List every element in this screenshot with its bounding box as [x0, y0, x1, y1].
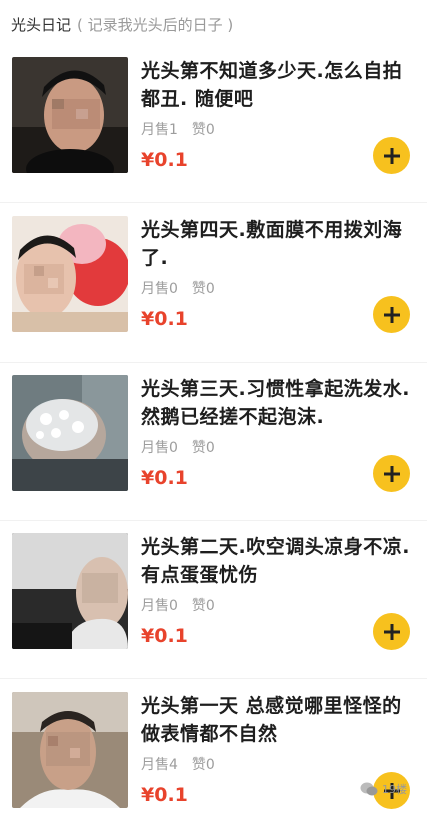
like-count: 赞0	[191, 281, 215, 297]
item-stats: 月售0 赞0	[141, 595, 215, 615]
plus-icon	[383, 465, 400, 482]
item-price: ¥0.1	[141, 149, 188, 171]
plus-icon	[383, 306, 400, 323]
menu-item[interactable]: 光头第四天.敷面膜不用拨刘海了. 月售0 赞0 ¥0.1	[0, 216, 427, 374]
page-header: 光头日记 ( 记录我光头后的日子 )	[0, 0, 427, 44]
monthly-sales: 月售0	[141, 440, 178, 456]
item-price: ¥0.1	[141, 308, 188, 330]
item-photo	[12, 57, 128, 173]
page-subtitle: ( 记录我光头后的日子 )	[77, 16, 234, 34]
add-to-cart-button[interactable]	[373, 137, 410, 174]
divider	[0, 362, 427, 363]
item-photo	[12, 375, 128, 491]
menu-item[interactable]: 光头第三天.习惯性拿起洗发水.然鹅已经搓不起泡沫. 月售0 赞0 ¥0.1	[0, 375, 427, 533]
plus-icon	[383, 623, 400, 640]
menu-item[interactable]: 光头第不知道多少天.怎么自拍都丑. 随便吧 月售1 赞0 ¥0.1	[0, 57, 427, 215]
plus-icon	[383, 147, 400, 164]
item-name: 光头第四天.敷面膜不用拨刘海了.	[141, 219, 403, 269]
monthly-sales: 月售1	[141, 122, 178, 138]
item-stats: 月售0 赞0	[141, 437, 215, 457]
add-to-cart-button[interactable]	[373, 455, 410, 492]
add-to-cart-button[interactable]	[373, 296, 410, 333]
wechat-icon	[360, 782, 378, 796]
monthly-sales: 月售0	[141, 598, 178, 614]
item-stats: 月售0 赞0	[141, 278, 215, 298]
item-price: ¥0.1	[141, 784, 188, 806]
monthly-sales: 月售4	[141, 757, 178, 773]
watermark: 19楼	[360, 781, 407, 797]
divider	[0, 678, 427, 679]
like-count: 赞0	[191, 757, 215, 773]
item-price: ¥0.1	[141, 625, 188, 647]
monthly-sales: 月售0	[141, 281, 178, 297]
item-photo	[12, 216, 128, 332]
item-name: 光头第三天.习惯性拿起洗发水.然鹅已经搓不起泡沫.	[141, 378, 410, 428]
item-stats: 月售4 赞0	[141, 754, 215, 774]
item-price: ¥0.1	[141, 467, 188, 489]
menu-item[interactable]: 光头第二天.吹空调头凉身不凉.有点蛋蛋忧伤 月售0 赞0 ¥0.1	[0, 533, 427, 691]
item-photo	[12, 533, 128, 649]
like-count: 赞0	[191, 598, 215, 614]
item-name: 光头第不知道多少天.怎么自拍都丑. 随便吧	[141, 60, 403, 110]
add-to-cart-button[interactable]	[373, 613, 410, 650]
watermark-text: 19楼	[382, 783, 407, 796]
item-name: 光头第一天 总感觉哪里怪怪的 做表情都不自然	[141, 695, 402, 745]
page-title: 光头日记	[11, 16, 72, 34]
item-name: 光头第二天.吹空调头凉身不凉.有点蛋蛋忧伤	[141, 536, 410, 586]
divider	[0, 520, 427, 521]
item-stats: 月售1 赞0	[141, 119, 215, 139]
divider	[0, 202, 427, 203]
like-count: 赞0	[191, 440, 215, 456]
item-photo	[12, 692, 128, 808]
like-count: 赞0	[191, 122, 215, 138]
